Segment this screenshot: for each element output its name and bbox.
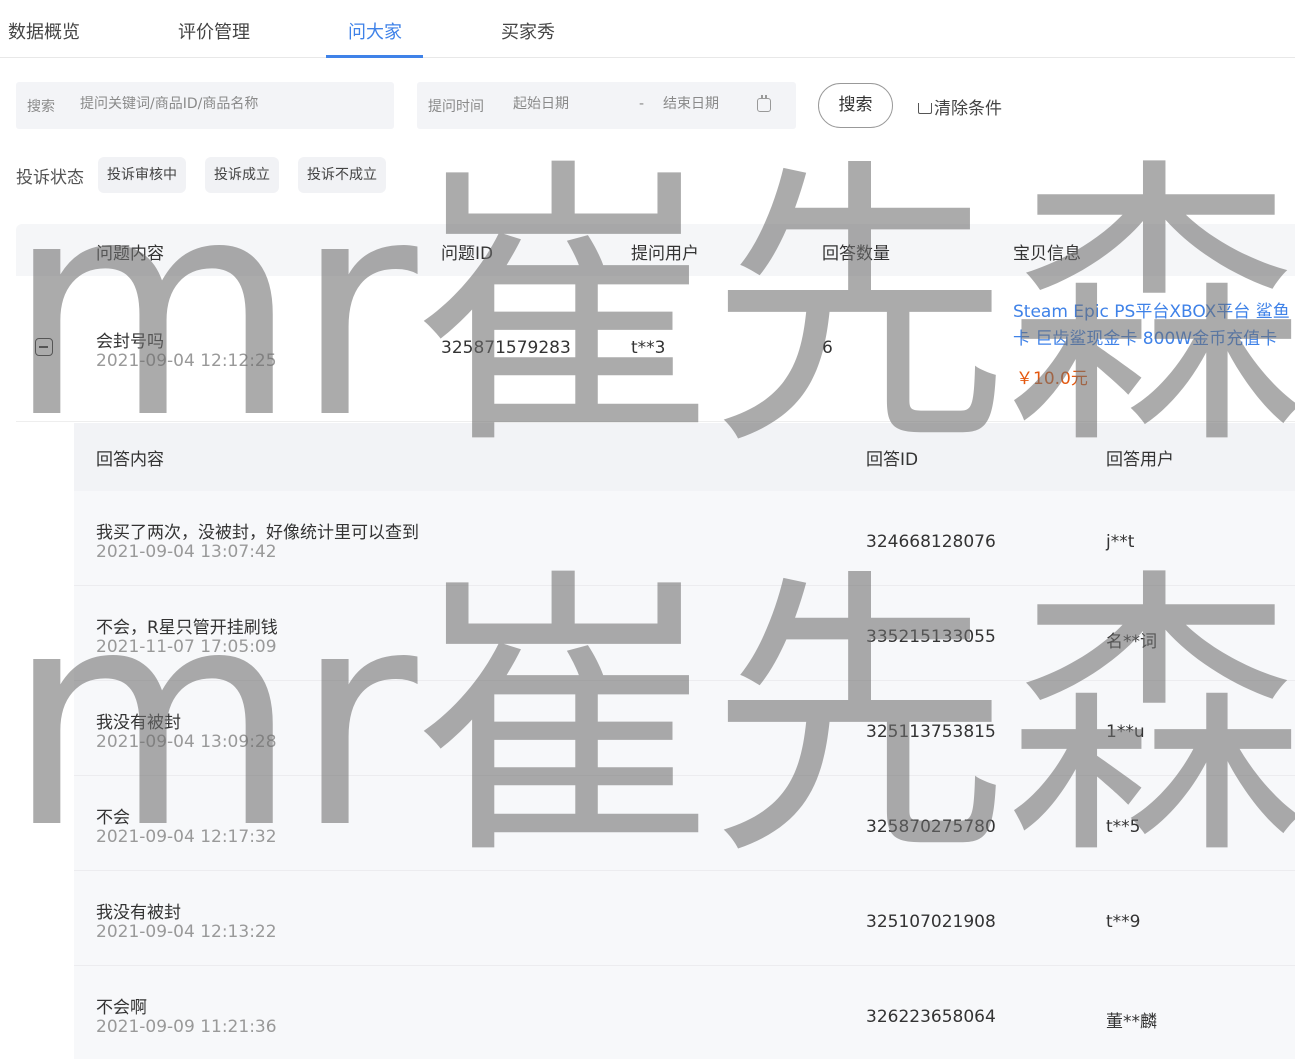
answer-id: 326223658064	[866, 1007, 996, 1027]
chip-under-review[interactable]: 投诉审核中	[98, 157, 186, 193]
product-price: ￥10.0元	[1016, 369, 1088, 389]
search-field: 搜索	[16, 82, 394, 129]
question-id: 325871579283	[441, 338, 571, 358]
header-answer-count: 回答数量	[822, 244, 890, 264]
answer-id: 324668128076	[866, 532, 996, 552]
answer-row: 我没有被封 2021-09-04 13:09:28 325113753815 1…	[74, 681, 1295, 776]
answer-row: 不会啊 2021-09-09 11:21:36 326223658064 董**…	[74, 966, 1295, 1059]
tab-data-overview[interactable]: 数据概览	[8, 0, 80, 58]
header-answer-user: 回答用户	[1106, 450, 1174, 470]
tab-buyer-show[interactable]: 买家秀	[501, 0, 555, 58]
answer-panel: 回答内容 回答ID 回答用户 我买了两次，没被封，好像统计里可以查到 2021-…	[74, 423, 1295, 1059]
calendar-icon[interactable]	[757, 95, 771, 112]
clear-conditions-button[interactable]: 清除条件	[918, 94, 1002, 119]
answer-row: 我没有被封 2021-09-04 12:13:22 325107021908 t…	[74, 871, 1295, 966]
header-answer-id: 回答ID	[866, 450, 919, 470]
clear-icon	[918, 103, 932, 114]
clear-label: 清除条件	[934, 99, 1002, 119]
answer-row: 不会，R星只管开挂刷钱 2021-11-07 17:05:09 33521513…	[74, 586, 1295, 681]
answer-text: 不会，R星只管开挂刷钱	[96, 618, 278, 638]
date-separator: -	[639, 96, 645, 112]
end-date-input[interactable]	[663, 96, 753, 112]
header-question-id: 问题ID	[441, 244, 494, 264]
answer-time: 2021-09-04 13:09:28	[96, 732, 277, 752]
date-range-field: 提问时间 -	[417, 82, 796, 129]
answer-table-header: 回答内容 回答ID 回答用户	[74, 423, 1295, 491]
header-asker: 提问用户	[631, 244, 699, 264]
question-content: 会封号吗	[96, 332, 164, 352]
search-button[interactable]: 搜索	[818, 83, 893, 128]
header-answer-content: 回答内容	[96, 450, 164, 470]
answer-time: 2021-11-07 17:05:09	[96, 637, 277, 657]
answer-time: 2021-09-04 12:13:22	[96, 922, 277, 942]
question-user: t**3	[631, 338, 666, 358]
complaint-status-label: 投诉状态	[16, 168, 84, 188]
search-input[interactable]	[80, 96, 380, 112]
answer-text: 我买了两次，没被封，好像统计里可以查到	[96, 523, 419, 543]
answer-id: 325870275780	[866, 817, 996, 837]
answer-user: 董**麟	[1106, 1012, 1157, 1032]
answer-text: 我没有被封	[96, 903, 181, 923]
answer-row: 我买了两次，没被封，好像统计里可以查到 2021-09-04 13:07:42 …	[74, 491, 1295, 586]
top-tabs: 数据概览 评价管理 问大家 买家秀	[0, 0, 1295, 58]
answer-text: 不会	[96, 808, 130, 828]
time-label: 提问时间	[428, 99, 484, 115]
answer-text: 我没有被封	[96, 713, 181, 733]
answer-row: 不会 2021-09-04 12:17:32 325870275780 t**5	[74, 776, 1295, 871]
question-time: 2021-09-04 12:12:25	[96, 351, 277, 371]
question-answer-count: 6	[822, 338, 833, 358]
collapse-icon[interactable]	[35, 338, 53, 356]
chip-established[interactable]: 投诉成立	[205, 157, 279, 193]
search-label: 搜索	[27, 99, 55, 115]
chip-not-established[interactable]: 投诉不成立	[298, 157, 386, 193]
answer-user: j**t	[1106, 532, 1135, 552]
active-tab-indicator	[326, 55, 423, 58]
answer-id: 325113753815	[866, 722, 996, 742]
answer-time: 2021-09-04 12:17:32	[96, 827, 277, 847]
answer-time: 2021-09-09 11:21:36	[96, 1017, 277, 1037]
header-product-info: 宝贝信息	[1013, 244, 1081, 264]
product-title-link[interactable]: Steam Epic PS平台XBOX平台 鲨鱼卡 巨齿鲨现金卡 800W金币充…	[1013, 299, 1295, 353]
answer-id: 325107021908	[866, 912, 996, 932]
answer-user: t**5	[1106, 817, 1141, 837]
answer-text: 不会啊	[96, 998, 147, 1018]
tab-review-management[interactable]: 评价管理	[178, 0, 250, 58]
answer-user: 名**词	[1106, 632, 1157, 652]
header-question-content: 问题内容	[96, 244, 164, 264]
answer-user: t**9	[1106, 912, 1141, 932]
tab-ask-everyone[interactable]: 问大家	[348, 0, 402, 58]
start-date-input[interactable]	[513, 96, 623, 112]
answer-id: 335215133055	[866, 627, 996, 647]
answer-time: 2021-09-04 13:07:42	[96, 542, 277, 562]
answer-user: 1**u	[1106, 722, 1145, 742]
